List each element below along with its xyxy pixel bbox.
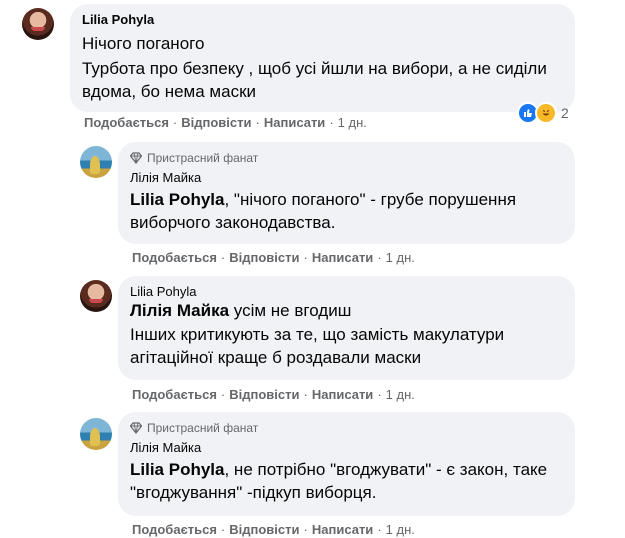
like-button[interactable]: Подобається [132,522,217,537]
comment-author[interactable]: Lilia Pohyla [130,284,563,300]
comment-actions: Подобається · Відповісти · Написати · 1 дн. [132,250,415,265]
comment-text: Lilia Pohyla, не потрібно "вгоджувати" -… [130,458,563,504]
comment-bubble: Lilia Pohyla Нічого поганого Турбота про… [70,4,575,112]
mention-link[interactable]: Лілія Майка [130,301,229,320]
fan-badge: Пристрасний фанат [130,420,563,436]
mention-link[interactable]: Lilia Pohyla [130,460,224,479]
comment-1: Lilia Pohyla Нічого поганого Турбота про… [0,0,625,140]
reaction-summary[interactable]: 2 [517,102,569,124]
comment-3: Lilia Pohyla Лілія Майка усім не вгодиш … [0,272,625,407]
comment-author[interactable]: Лілія Майка [130,170,563,186]
comment-actions: Подобається · Відповісти · Написати · 1 дн. [84,115,367,130]
reply-button[interactable]: Відповісти [229,387,299,402]
comment-actions: Подобається · Відповісти · Написати · 1 дн. [132,387,415,402]
write-button[interactable]: Написати [312,250,373,265]
comment-text-line-1: Лілія Майка усім не вгодиш [130,300,563,321]
comment-actions: Подобається · Відповісти · Написати · 1 дн. [132,522,415,537]
diamond-icon [130,422,142,434]
diamond-icon [130,152,142,164]
avatar[interactable] [80,280,112,312]
comment-4: Пристрасний фанат Лілія Майка Lilia Pohy… [0,410,625,537]
comment-author[interactable]: Lilia Pohyla [82,12,563,28]
comment-time[interactable]: 1 дн. [386,387,415,402]
comment-text-line-2: Інших критикують за те, що замість макул… [130,325,505,367]
reply-button[interactable]: Відповісти [229,522,299,537]
comment-author[interactable]: Лілія Майка [130,440,563,456]
comment-time[interactable]: 1 дн. [386,250,415,265]
haha-icon [535,102,557,124]
badge-label: Пристрасний фанат [147,151,259,165]
reaction-count: 2 [561,105,569,121]
avatar[interactable] [80,418,112,450]
comment-bubble: Lilia Pohyla Лілія Майка усім не вгодиш … [118,276,575,380]
mention-link[interactable]: Lilia Pohyla [130,190,224,209]
comment-text-line-1: Нічого поганого [82,34,205,53]
write-button[interactable]: Написати [264,115,325,130]
like-button[interactable]: Подобається [84,115,169,130]
comment-bubble: Пристрасний фанат Лілія Майка Lilia Pohy… [118,142,575,244]
badge-label: Пристрасний фанат [147,421,259,435]
like-button[interactable]: Подобається [132,387,217,402]
comment-2: Пристрасний фанат Лілія Майка Lilia Pohy… [0,140,625,270]
comment-text: Lilia Pohyla, "нічого поганого" - грубе … [130,188,563,234]
fan-badge: Пристрасний фанат [130,150,563,166]
avatar[interactable] [80,146,112,178]
write-button[interactable]: Написати [312,522,373,537]
comment-time[interactable]: 1 дн. [386,522,415,537]
reply-button[interactable]: Відповісти [181,115,251,130]
comment-bubble: Пристрасний фанат Лілія Майка Lilia Pohy… [118,412,575,516]
write-button[interactable]: Написати [312,387,373,402]
comment-body-1: усім не вгодиш [229,301,352,320]
reply-button[interactable]: Відповісти [229,250,299,265]
comment-text-line-2: Турбота про безпеку , щоб усі йшли на ви… [82,59,547,101]
avatar[interactable] [22,8,54,40]
comment-time[interactable]: 1 дн. [338,115,367,130]
like-button[interactable]: Подобається [132,250,217,265]
